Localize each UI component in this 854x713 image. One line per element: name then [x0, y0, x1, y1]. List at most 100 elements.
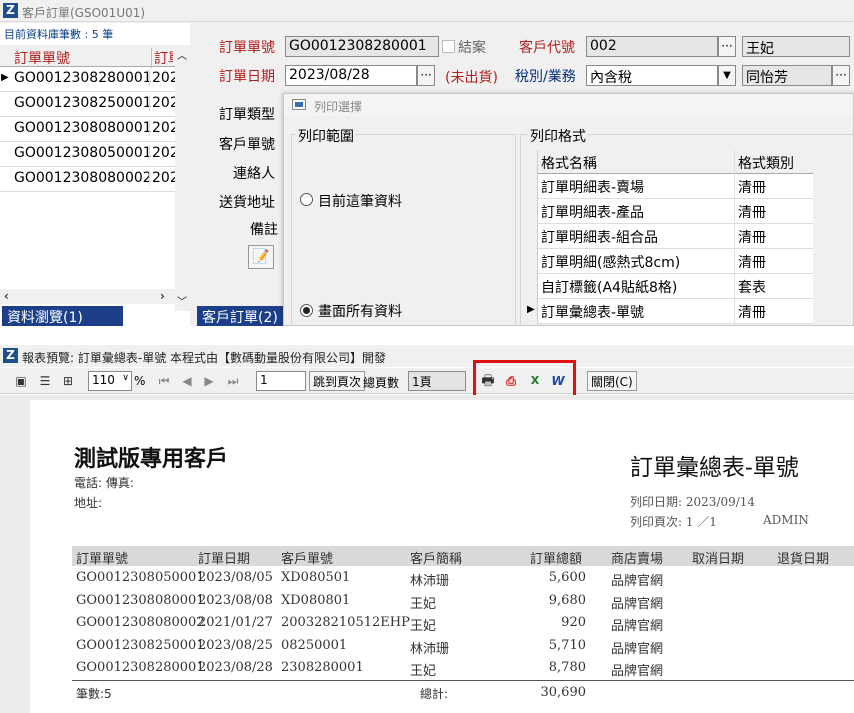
- chevron-down-icon[interactable]: ▼: [718, 65, 736, 86]
- cell-cust: 王妃: [410, 619, 437, 634]
- customer-code-field[interactable]: 002: [586, 36, 718, 57]
- print-user: ADMIN: [763, 513, 809, 527]
- zoom-select[interactable]: 110 ∨: [88, 371, 132, 391]
- cell-date: 2023/08/25: [198, 637, 273, 653]
- single-page-icon[interactable]: ▣: [12, 372, 30, 390]
- cell-store: 品牌官網: [611, 574, 664, 589]
- cell-order-no: GO0012308280001: [14, 70, 152, 86]
- total-pages-label: 總頁數: [363, 376, 400, 390]
- col-return-date: 退貨日期: [777, 552, 830, 567]
- list-item[interactable]: 自訂標籤(A4貼紙8格) 套表: [526, 274, 813, 299]
- col-store: 商店賣場: [611, 552, 664, 567]
- print-range-group: [291, 134, 516, 326]
- cell-store: 品牌官網: [611, 664, 664, 679]
- first-page-icon[interactable]: ⏮: [155, 372, 173, 390]
- horizontal-scrollbar[interactable]: ‹ ›: [0, 289, 175, 304]
- report-preview-area: 測試版專用客戶 電話: 傳真: 地址: 訂單彙總表-單號 列印日期: 2023/…: [0, 395, 854, 713]
- table-row[interactable]: GO0012308080001 2023/08/08: [0, 117, 175, 142]
- tab-customer-order[interactable]: 客戶訂單(2): [197, 306, 283, 326]
- print-date: 列印日期: 2023/09/14: [630, 495, 756, 509]
- cell-date: 2021/01/27: [198, 615, 273, 630]
- report-preview-titlebar: Z 報表預覽: 訂單彙總表-單號 本程式由【數碼動量股份有限公司】開發: [0, 345, 854, 367]
- tab-browse[interactable]: 資料瀏覽(1): [2, 306, 123, 326]
- browse-pane: 目前資料庫筆數 : 5 筆 訂單單號 訂單日期 ▶ GO001230828000…: [0, 23, 190, 326]
- cell-cust-order: 200328210512EHP: [281, 615, 410, 630]
- cell-store: 品牌官網: [611, 641, 664, 657]
- option-current-record-label[interactable]: 目前這筆資料: [318, 191, 402, 211]
- order-date-field[interactable]: 2023/08/28: [285, 65, 417, 86]
- col-header-format-type[interactable]: 格式類別: [738, 153, 794, 173]
- format-name: 訂單彙總表-單號: [541, 305, 645, 321]
- customer-lookup-button[interactable]: ···: [718, 36, 736, 57]
- format-type: 清冊: [738, 255, 766, 271]
- cell-cust-order: 08250001: [281, 637, 348, 653]
- table-row[interactable]: GO0012308080002 2021/01/27: [0, 167, 175, 192]
- vertical-scrollbar[interactable]: ︿ ﹀: [175, 45, 190, 311]
- cell-total: 5,710: [548, 637, 586, 653]
- current-row-indicator-icon: ▶: [1, 72, 9, 83]
- format-type: 清冊: [738, 305, 766, 321]
- format-type: 套表: [738, 280, 766, 296]
- goto-page-button[interactable]: 跳到頁次: [309, 371, 366, 391]
- col-header-format-name[interactable]: 格式名稱: [541, 153, 597, 173]
- scroll-up-icon[interactable]: ︿: [177, 47, 187, 62]
- cell-order-no: GO0012308080001: [76, 592, 205, 608]
- cell-order-no: GO0012308080002: [76, 615, 205, 630]
- zoom-unit: %: [134, 374, 146, 388]
- scroll-down-icon[interactable]: ﹀: [177, 293, 187, 308]
- col-order-total: 訂單總額: [530, 552, 583, 567]
- last-page-icon[interactable]: ⏭: [224, 372, 242, 390]
- cell-order-date: 2023/08/25: [149, 95, 175, 111]
- format-name: 訂單明細表-賣場: [541, 180, 645, 196]
- date-picker-button[interactable]: ···: [417, 65, 435, 86]
- print-format-title: 列印格式: [528, 126, 588, 146]
- order-no-field[interactable]: GO0012308280001: [285, 36, 439, 57]
- scroll-right-icon[interactable]: ›: [160, 289, 165, 303]
- col-cancel-date: 取消日期: [692, 552, 745, 567]
- page-width-icon[interactable]: ☰: [36, 372, 54, 390]
- cell-date: 2023/08/28: [198, 660, 273, 675]
- next-page-icon[interactable]: ▶: [200, 372, 218, 390]
- list-item[interactable]: 訂單明細表-產品 清冊: [526, 199, 813, 224]
- cell-cust: 王妃: [410, 664, 437, 679]
- closed-checkbox[interactable]: [442, 40, 455, 53]
- sales-rep-field[interactable]: 同怡芳: [742, 65, 832, 86]
- edit-note-button[interactable]: 📝: [248, 245, 274, 269]
- col-header-order-date[interactable]: 訂單日期: [151, 48, 173, 68]
- sales-lookup-button[interactable]: ···: [832, 65, 850, 86]
- scroll-left-icon[interactable]: ‹: [4, 289, 9, 303]
- zoom-value: 110: [92, 373, 115, 387]
- row-header-cell: [526, 174, 538, 199]
- multi-page-icon[interactable]: ⊞: [59, 372, 77, 390]
- customer-name-field[interactable]: 王妃: [742, 36, 850, 57]
- table-row[interactable]: GO0012308050001 2023/08/05: [0, 142, 175, 167]
- cell-cust: 林沛珊: [410, 641, 450, 657]
- report-preview-title: 報表預覽: 訂單彙總表-單號 本程式由【數碼動量股份有限公司】開發: [22, 351, 387, 365]
- radio-current-record[interactable]: [300, 193, 313, 206]
- list-item[interactable]: 訂單明細表-組合品 清冊: [526, 224, 813, 249]
- prev-page-icon[interactable]: ◀: [178, 372, 196, 390]
- cell-order-no: GO0012308050001: [14, 145, 152, 161]
- page-number-input[interactable]: 1: [256, 371, 306, 391]
- close-button[interactable]: 關閉(C): [587, 371, 637, 391]
- order-window: Z 客戶訂單(GSO01U01) 目前資料庫筆數 : 5 筆 訂單單號 訂單日期…: [0, 0, 854, 326]
- list-item[interactable]: 訂單明細表-賣場 清冊: [526, 174, 813, 199]
- list-item[interactable]: ▶ 訂單彙總表-單號 清冊: [526, 299, 813, 324]
- table-row[interactable]: GO0012308250001 2023/08/25: [0, 92, 175, 117]
- cell-total: 920: [561, 615, 586, 630]
- tax-type-select[interactable]: 內含稅: [586, 65, 718, 86]
- unshipped-status: (未出貨): [445, 70, 498, 86]
- col-header-order-no[interactable]: 訂單單號: [14, 48, 70, 68]
- list-item[interactable]: 訂單明細(感熱式8cm) 清冊: [526, 249, 813, 274]
- column-divider: [734, 249, 735, 274]
- cell-order-no: GO0012308080002: [14, 170, 152, 186]
- cell-cust: 王妃: [410, 596, 437, 612]
- radio-all-records[interactable]: [300, 304, 313, 317]
- column-divider: [734, 299, 735, 324]
- contact-label: 連絡人: [233, 166, 275, 182]
- divider: [72, 680, 854, 681]
- option-all-records-label[interactable]: 畫面所有資料: [318, 301, 402, 321]
- table-row[interactable]: ▶ GO0012308280001 2023/08/28: [0, 67, 175, 92]
- format-name: 自訂標籤(A4貼紙8格): [541, 280, 678, 296]
- sum-label: 總計:: [420, 687, 449, 701]
